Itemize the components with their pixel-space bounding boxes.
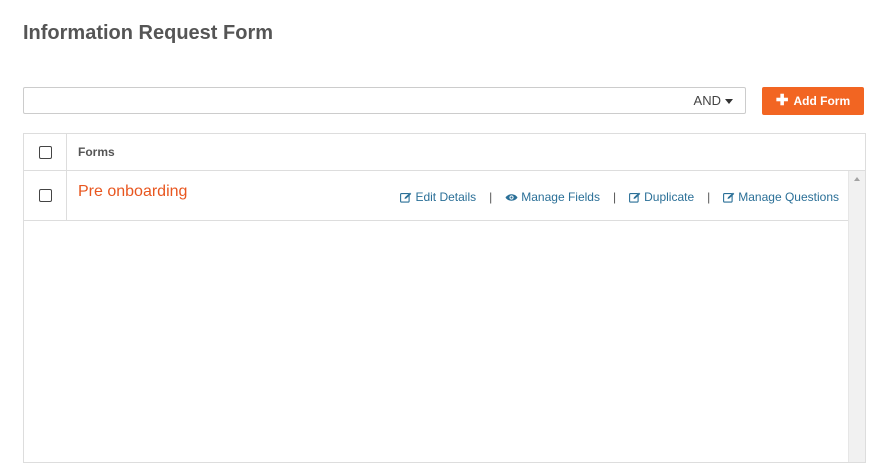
manage-questions-link[interactable]: Manage Questions: [723, 190, 839, 204]
eye-icon: [505, 193, 518, 202]
edit-icon: [629, 192, 641, 203]
duplicate-label: Duplicate: [644, 190, 695, 204]
manage-fields-link[interactable]: Manage Fields: [505, 190, 600, 204]
edit-icon: [723, 192, 735, 203]
select-all-checkbox[interactable]: [38, 145, 52, 159]
operator-dropdown[interactable]: AND: [694, 88, 733, 113]
vertical-scrollbar[interactable]: [848, 171, 865, 462]
scroll-up-arrow-icon[interactable]: [854, 177, 860, 181]
header-checkbox-cell: [24, 134, 67, 170]
duplicate-link[interactable]: Duplicate: [629, 190, 694, 204]
add-form-label: Add Form: [793, 94, 851, 108]
edit-details-link[interactable]: Edit Details: [400, 190, 476, 204]
manage-fields-label: Manage Fields: [521, 190, 600, 204]
operator-label: AND: [693, 93, 721, 108]
plus-icon: ✚: [775, 92, 789, 109]
forms-table: Forms Pre onboarding Edit Details | Mana…: [23, 133, 866, 463]
table-row: Pre onboarding Edit Details | Manage Fie…: [24, 171, 849, 221]
form-name-link[interactable]: Pre onboarding: [78, 183, 187, 201]
separator: |: [612, 190, 617, 204]
separator: |: [489, 190, 493, 204]
manage-questions-label: Manage Questions: [738, 190, 839, 204]
search-bar: AND: [23, 87, 746, 114]
row-checkbox[interactable]: [38, 189, 52, 202]
search-input[interactable]: [24, 88, 674, 113]
edit-icon: [400, 192, 412, 203]
page-title: Information Request Form: [23, 22, 274, 44]
column-header-forms: Forms: [78, 145, 115, 159]
separator: |: [707, 190, 711, 204]
caret-down-icon: [725, 98, 733, 104]
row-checkbox-cell: [24, 171, 67, 220]
edit-details-label: Edit Details: [415, 190, 477, 204]
table-body: Pre onboarding Edit Details | Manage Fie…: [24, 171, 849, 462]
row-actions: Edit Details | Manage Fields | Duplicate: [400, 190, 839, 204]
add-form-button[interactable]: ✚ Add Form: [762, 87, 864, 115]
table-header: Forms: [24, 134, 865, 171]
